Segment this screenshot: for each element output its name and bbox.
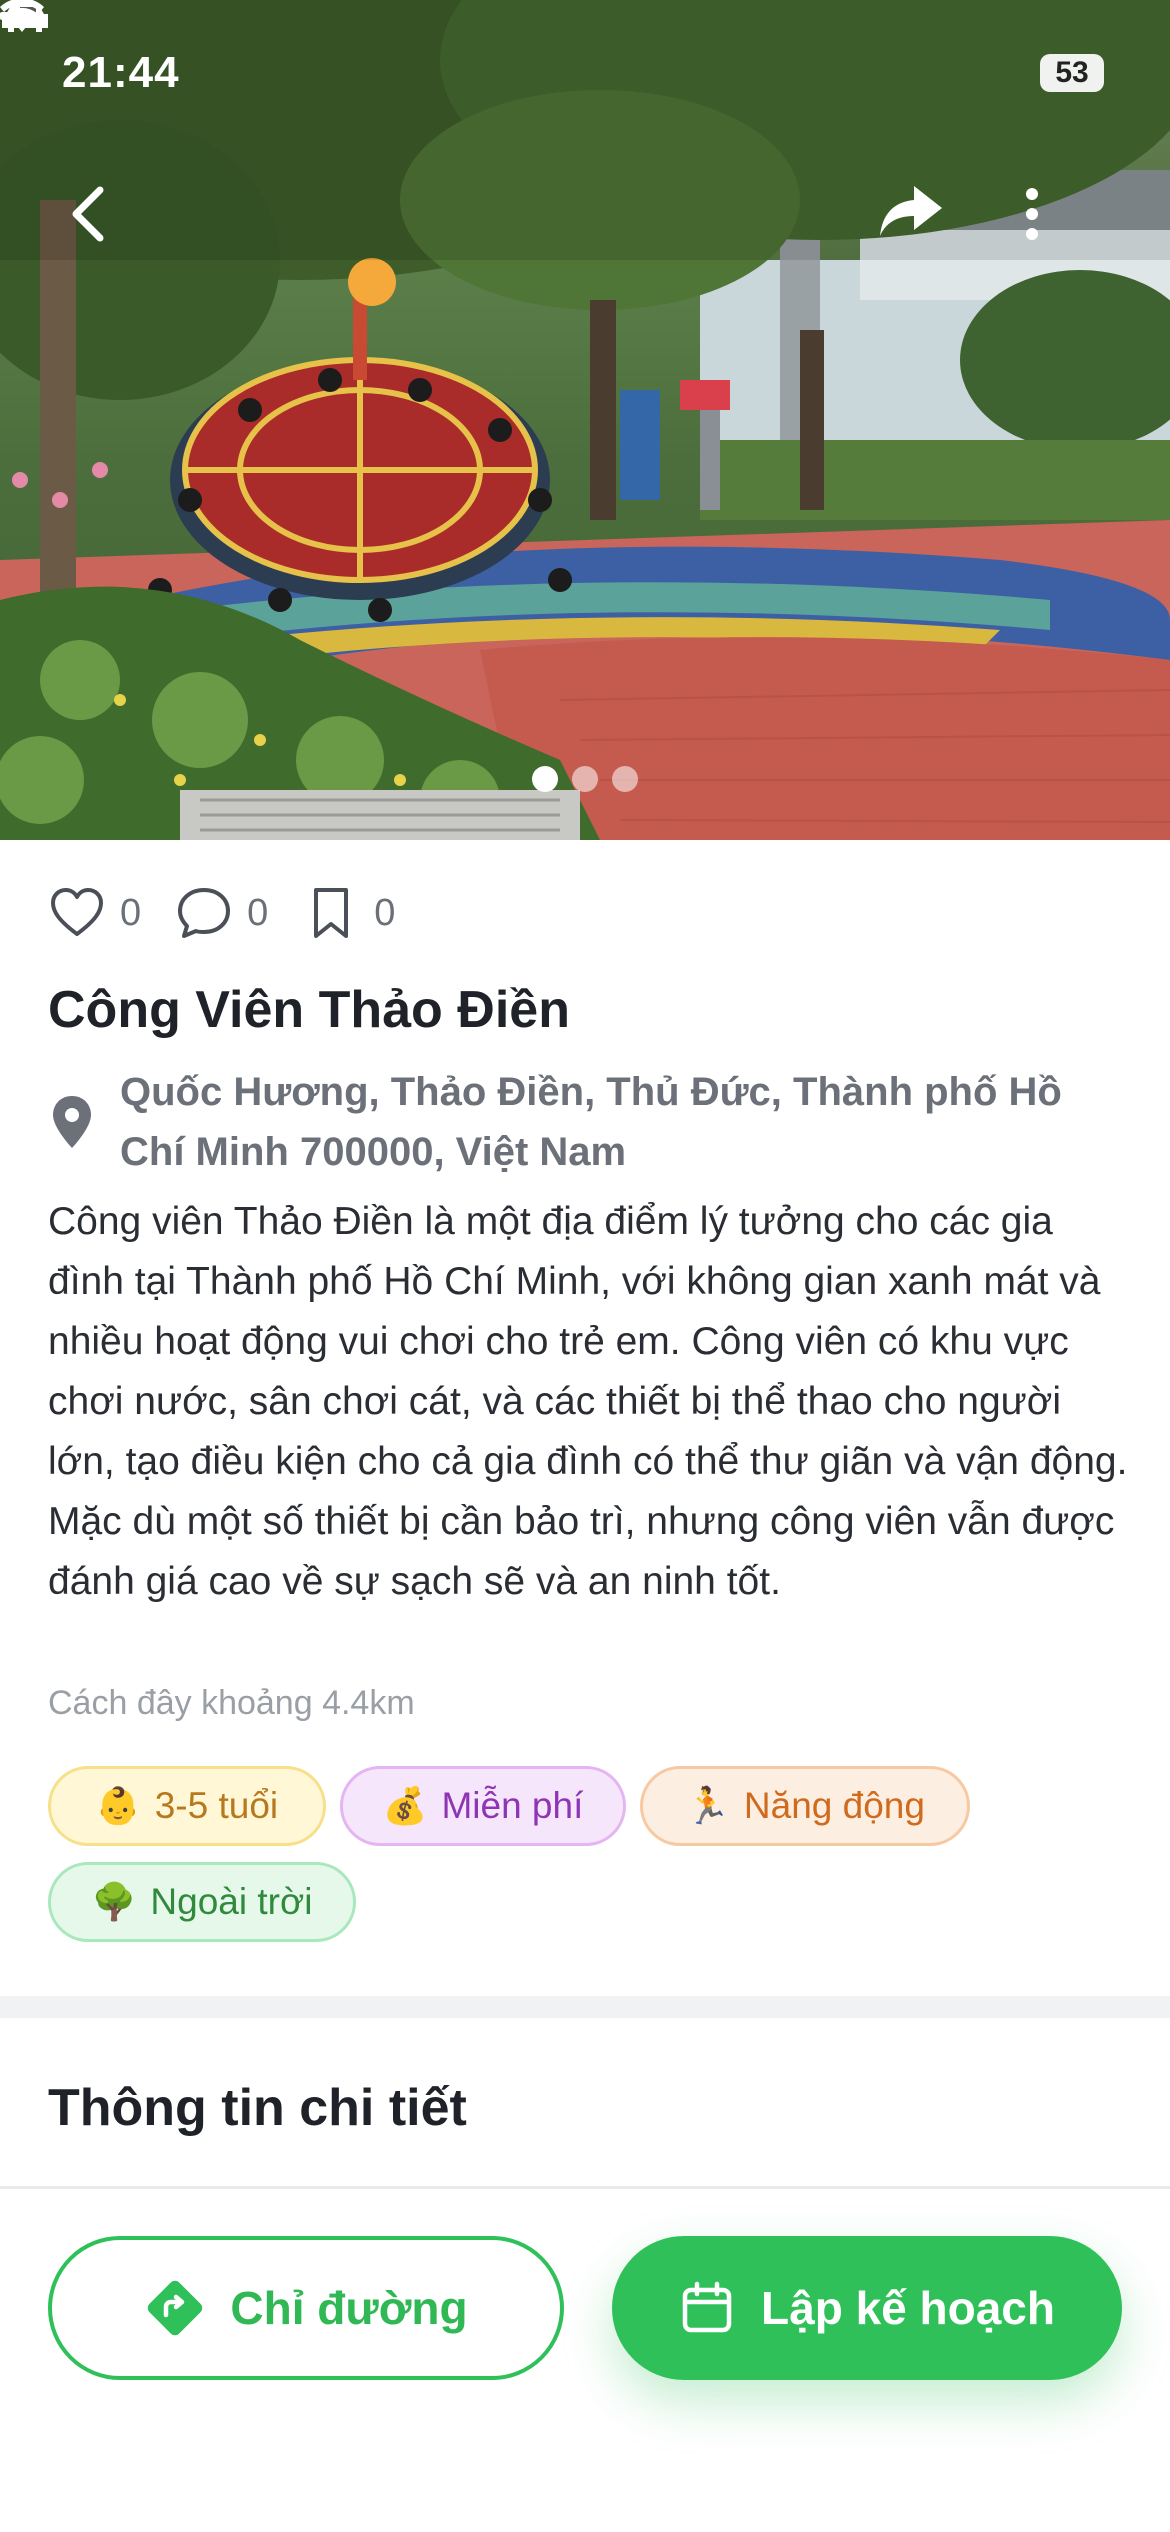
comment-count: 0 [247,891,269,934]
tag-setting-label: Ngoài trời [150,1881,313,1922]
bottom-bar-divider [0,2186,1170,2189]
money-bag-icon: 💰 [382,1785,428,1826]
status-bar: 21:44 53 [0,0,1170,140]
plan-label: Lập kế hoạch [761,2282,1055,2334]
directions-icon [148,2280,203,2336]
share-button[interactable] [878,182,958,262]
tag-price-label: Miễn phí [441,1785,584,1826]
runner-icon: 🏃 [685,1785,730,1826]
tag-age: 👶 3-5 tuổi [48,1766,326,1846]
place-description: Công viên Thảo Điền là một địa điểm lý t… [48,1200,1128,1603]
more-options-button[interactable] [1022,184,1102,264]
place-photo-carousel[interactable]: 21:44 53 [0,0,1170,840]
pagination-dot[interactable] [572,766,598,792]
place-title: Công Viên Thảo Điền [48,981,570,1039]
bookmark-icon [314,888,349,938]
chevron-left-icon [72,186,104,242]
back-button[interactable] [66,184,146,264]
heart-icon [51,888,103,936]
tag-price: 💰 Miễn phí [340,1766,626,1846]
like-count: 0 [120,891,142,934]
like-button[interactable]: 0 [48,884,141,942]
tag-activity-label: Năng động [743,1785,925,1826]
save-count: 0 [374,891,396,934]
distance-label: Cách đây khoảng 4.4km [48,1684,415,1722]
tag-activity: 🏃 Năng động [640,1766,970,1846]
pagination-dot[interactable] [612,766,638,792]
plan-button[interactable]: Lập kế hoạch [612,2236,1122,2380]
engagement-stats: 0 0 0 [48,880,429,946]
pagination-dot[interactable] [532,766,558,792]
calendar-icon [682,2281,732,2333]
place-address[interactable]: Quốc Hương, Thảo Điền, Thủ Đức, Thành ph… [48,1062,1128,1182]
more-vertical-icon [1026,188,1038,240]
comment-icon [178,888,231,938]
directions-button[interactable]: Chỉ đường [48,2236,564,2380]
save-button[interactable]: 0 [302,884,395,942]
comment-button[interactable]: 0 [175,884,268,942]
status-time: 21:44 [62,48,180,97]
baby-icon: 👶 [95,1785,141,1826]
details-section-title: Thông tin chi tiết [48,2079,467,2137]
address-text: Quốc Hương, Thảo Điền, Thủ Đức, Thành ph… [120,1070,1062,1174]
section-divider [0,1996,1170,2018]
share-arrow-icon [880,186,942,236]
battery-icon: 53 [1040,54,1104,92]
wifi-icon [0,0,44,32]
tree-icon: 🌳 [91,1881,137,1922]
carousel-pagination [0,766,1170,792]
directions-label: Chỉ đường [230,2282,468,2334]
tag-age-label: 3-5 tuổi [154,1785,279,1826]
location-pin-icon [53,1096,91,1148]
tag-setting: 🌳 Ngoài trời [48,1862,356,1942]
